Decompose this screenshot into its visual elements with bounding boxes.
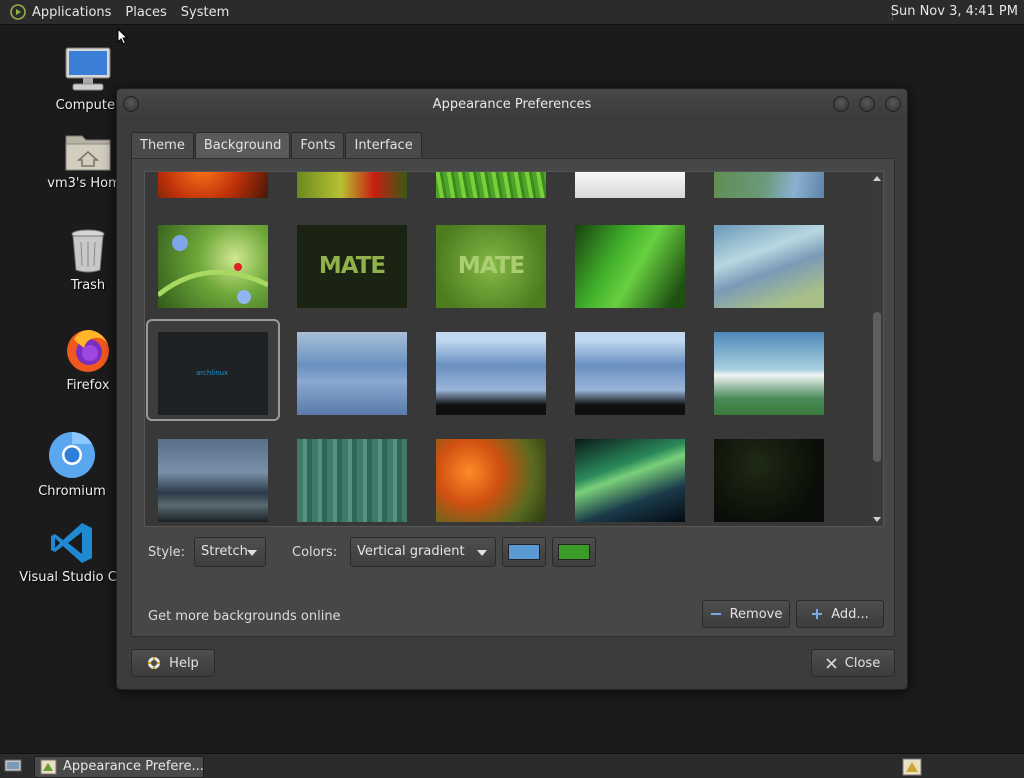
gallery-scrollbar[interactable] xyxy=(871,172,883,526)
leaf-ladybug-graphic xyxy=(158,235,268,304)
primary-color-swatch xyxy=(508,544,540,560)
wallpaper-thumbnail[interactable] xyxy=(158,225,268,308)
taskbar-appearance-preferences[interactable]: Appearance Prefere... xyxy=(34,756,204,778)
mate-logo-icon[interactable] xyxy=(10,4,26,20)
arch-logo-text: archlinux xyxy=(196,369,229,377)
wallpaper-thumbnail[interactable] xyxy=(297,172,407,198)
window-titlebar[interactable]: Appearance Preferences xyxy=(117,89,907,121)
desktop-icon-vscode[interactable]: Visual Studio Co xyxy=(16,520,128,585)
show-desktop-icon[interactable] xyxy=(4,759,22,774)
bottom-panel: Appearance Prefere... xyxy=(0,753,1024,778)
plus-icon xyxy=(811,608,823,620)
appearance-app-icon xyxy=(40,759,57,775)
chromium-icon xyxy=(49,432,95,478)
firefox-icon xyxy=(67,330,109,372)
tray-app-icon[interactable] xyxy=(902,758,922,776)
wallpaper-thumbnail[interactable] xyxy=(575,225,685,308)
scroll-up-arrow-icon[interactable] xyxy=(873,176,881,181)
tab-fonts[interactable]: Fonts xyxy=(291,132,345,158)
minimize-button[interactable] xyxy=(833,96,849,112)
close-button[interactable]: Close xyxy=(811,649,895,677)
places-menu[interactable]: Places xyxy=(125,5,166,20)
trash-icon xyxy=(71,229,105,273)
desktop-icon-label: Visual Studio Co xyxy=(19,570,125,585)
secondary-color-button[interactable] xyxy=(552,537,596,567)
wallpaper-thumbnail[interactable] xyxy=(575,332,685,415)
scroll-down-arrow-icon[interactable] xyxy=(873,517,881,522)
colors-dropdown-value: Vertical gradient xyxy=(357,544,465,559)
style-label: Style: xyxy=(148,545,186,560)
wallpaper-thumbnail[interactable] xyxy=(297,439,407,522)
get-more-backgrounds-link[interactable]: Get more backgrounds online xyxy=(148,609,341,624)
taskbar-task-label: Appearance Prefere... xyxy=(63,759,204,774)
applications-menu[interactable]: Applications xyxy=(32,5,111,20)
wallpaper-thumbnail[interactable] xyxy=(297,332,407,415)
primary-color-button[interactable] xyxy=(502,537,546,567)
minus-icon xyxy=(710,608,722,620)
clock[interactable]: Sun Nov 3, 4:41 PM xyxy=(891,4,1018,19)
mate-logo-text: MATE xyxy=(318,253,386,279)
home-folder-icon xyxy=(65,135,111,171)
maximize-button[interactable] xyxy=(859,96,875,112)
wallpaper-thumbnail[interactable] xyxy=(158,439,268,522)
wallpaper-thumbnail[interactable] xyxy=(158,172,268,198)
chevron-down-icon xyxy=(477,550,487,556)
wallpaper-thumbnail[interactable] xyxy=(714,332,824,415)
wallpaper-thumbnail[interactable] xyxy=(575,439,685,522)
remove-button[interactable]: Remove xyxy=(702,600,790,628)
background-tab-pane: MATE MATE archlinux Style: Stretch Color… xyxy=(131,158,895,637)
desktop-icon-chromium[interactable]: Chromium xyxy=(22,430,122,499)
colors-label: Colors: xyxy=(292,545,338,560)
help-button[interactable]: Help xyxy=(131,649,215,677)
style-dropdown-value: Stretch xyxy=(201,544,248,559)
appearance-preferences-window: Appearance Preferences Theme Background … xyxy=(116,88,908,690)
secondary-color-swatch xyxy=(558,544,590,560)
chevron-down-icon xyxy=(247,550,257,556)
wallpaper-thumbnail[interactable] xyxy=(436,332,546,415)
close-icon xyxy=(826,657,837,669)
wallpaper-thumbnail[interactable] xyxy=(436,439,546,522)
computer-icon xyxy=(65,47,111,91)
system-menu[interactable]: System xyxy=(181,5,229,20)
tab-theme[interactable]: Theme xyxy=(131,132,194,158)
window-title: Appearance Preferences xyxy=(432,97,592,112)
scrollbar-thumb[interactable] xyxy=(873,312,881,462)
help-button-label: Help xyxy=(169,655,199,671)
wallpaper-thumbnail[interactable]: MATE xyxy=(436,225,546,308)
tab-background[interactable]: Background xyxy=(194,132,291,159)
vscode-icon xyxy=(51,523,92,563)
close-window-button[interactable] xyxy=(885,96,901,112)
wallpaper-thumbnail[interactable]: MATE xyxy=(297,225,407,308)
wallpaper-thumbnail[interactable] xyxy=(575,172,685,198)
help-lifebuoy-icon xyxy=(147,656,161,670)
mouse-cursor-icon xyxy=(117,28,129,45)
add-button[interactable]: Add... xyxy=(796,600,884,628)
mate-logo-text: MATE xyxy=(457,253,525,279)
wallpaper-thumbnail[interactable] xyxy=(714,172,824,198)
top-panel: Applications Places System Sun Nov 3, 4:… xyxy=(0,0,1024,25)
close-button-label: Close xyxy=(844,655,881,671)
desktop-icon-label: Chromium xyxy=(38,484,106,499)
wallpaper-thumbnail[interactable] xyxy=(436,172,546,198)
tab-bar: Theme Background Fonts Interface xyxy=(131,132,423,159)
wallpaper-thumbnail[interactable] xyxy=(714,439,824,522)
colors-dropdown[interactable]: Vertical gradient xyxy=(350,537,496,567)
remove-button-label: Remove xyxy=(729,606,783,622)
wallpaper-thumbnail-selected[interactable]: archlinux xyxy=(158,332,268,415)
style-dropdown[interactable]: Stretch xyxy=(194,537,266,567)
wallpaper-thumbnail[interactable] xyxy=(714,225,824,308)
tab-interface[interactable]: Interface xyxy=(345,132,422,158)
add-button-label: Add... xyxy=(831,606,869,622)
wallpaper-gallery[interactable]: MATE MATE archlinux xyxy=(144,171,884,527)
